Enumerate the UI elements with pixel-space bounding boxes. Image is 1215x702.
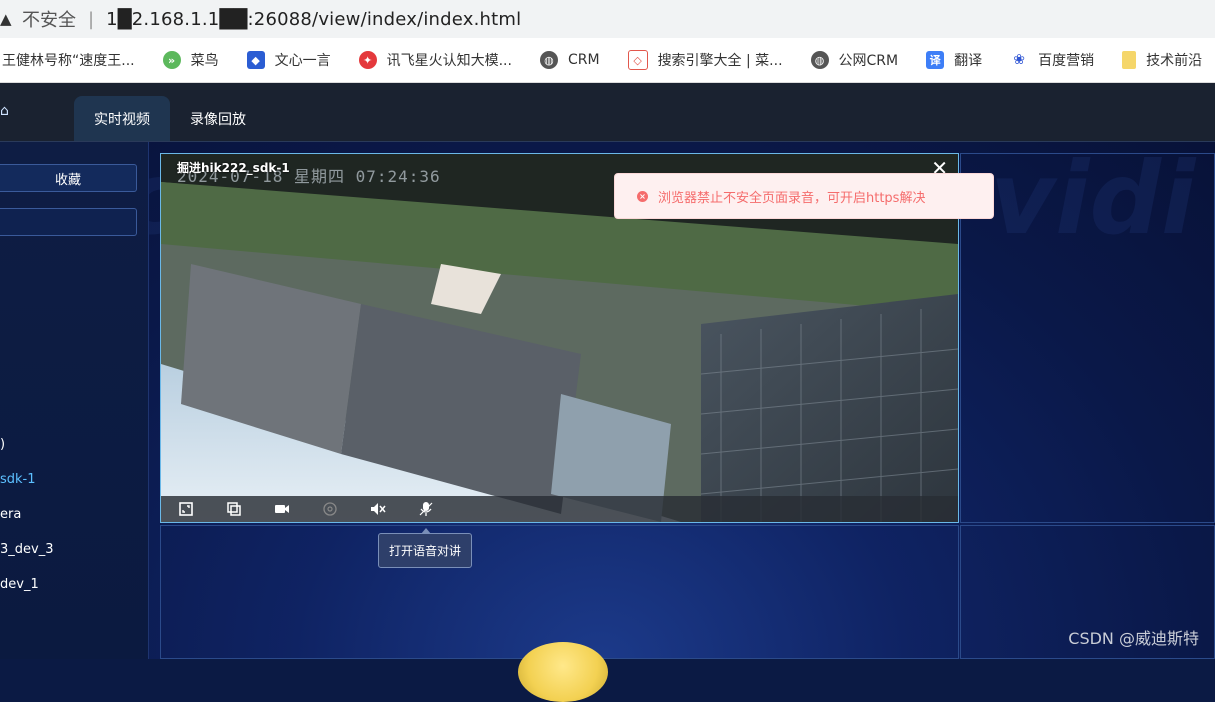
bookmark-item[interactable]: » 菜鸟: [162, 50, 219, 70]
runoob-icon: »: [162, 51, 181, 69]
address-separator: |: [88, 8, 95, 30]
bookmark-label: 菜鸟: [190, 53, 219, 69]
bookmark-label: 技术前沿: [1146, 53, 1203, 69]
bookmarks-bar: 王健林号称“速度王... » 菜鸟 ◆ 文心一言 ✦ 讯飞星火认知大模... ◍…: [0, 38, 1215, 83]
app-header: ⌂ 实时视频 录像回放: [0, 83, 1215, 142]
camera-title: 掘进hik222_sdk-1: [177, 161, 290, 175]
baidu-icon: ❀: [1010, 51, 1029, 69]
fullscreen-icon[interactable]: [178, 501, 194, 517]
microphone-icon[interactable]: [418, 501, 434, 517]
decorative-planet: [518, 642, 608, 702]
folder-icon: [1122, 51, 1137, 69]
device-search-input[interactable]: [0, 208, 137, 236]
error-message: 浏览器禁止不安全页面录音，可开启https解决: [658, 190, 926, 206]
bookmark-label: 百度营销: [1038, 53, 1095, 69]
bookmark-item[interactable]: 译 翻译: [926, 50, 982, 70]
tree-item[interactable]: 3_dev_3: [0, 542, 54, 557]
tree-item-selected[interactable]: sdk-1: [0, 472, 36, 487]
warning-icon[interactable]: ▲: [0, 10, 14, 28]
error-toast: × 浏览器禁止不安全页面录音，可开启https解决: [614, 173, 994, 219]
copy-icon[interactable]: [226, 501, 242, 517]
sidebar: 收藏 ) sdk-1 era 3_dev_3 dev_1: [0, 142, 149, 659]
tab-live-video[interactable]: 实时视频: [74, 96, 170, 141]
xunfei-icon: ✦: [358, 51, 377, 69]
bookmark-label: CRM: [567, 52, 600, 68]
bookmark-label: 搜索引擎大全 | 菜...: [657, 53, 783, 69]
wenxin-icon: ◆: [246, 51, 265, 69]
tree-item[interactable]: era: [0, 507, 21, 522]
error-icon: ×: [637, 190, 648, 202]
talk-tooltip: 打开语音对讲: [378, 528, 472, 568]
bookmark-label: 公网CRM: [838, 53, 899, 69]
bookmark-label: 文心一言: [274, 53, 331, 69]
video-slot-2[interactable]: [960, 153, 1215, 523]
bookmark-label: 讯飞星火认知大模...: [386, 53, 512, 69]
video-slot-3[interactable]: [160, 525, 959, 659]
address-bar[interactable]: ▲ 不安全 | 1█2.168.1.1██:26088/view/index/i…: [0, 0, 1215, 38]
url-text[interactable]: 1█2.168.1.1██:26088/view/index/index.htm…: [106, 9, 521, 30]
bookmark-label: 翻译: [954, 53, 983, 69]
bookmark-item[interactable]: ◍ CRM: [539, 51, 600, 69]
globe-icon: ◍: [539, 51, 558, 69]
tree-item[interactable]: ): [0, 437, 5, 452]
cube-icon: ◇: [627, 50, 648, 70]
favorites-button[interactable]: 收藏: [0, 164, 137, 192]
bookmark-item[interactable]: 技术前沿: [1122, 50, 1202, 70]
bookmark-item[interactable]: ◇ 搜索引擎大全 | 菜...: [627, 50, 783, 70]
ptz-control-icon[interactable]: [322, 501, 338, 517]
bookmark-item[interactable]: ◆ 文心一言: [246, 50, 331, 70]
tree-item[interactable]: dev_1: [0, 577, 39, 592]
insecure-label[interactable]: 不安全: [22, 6, 76, 32]
bookmark-item[interactable]: ✦ 讯飞星火认知大模...: [358, 50, 512, 70]
home-icon[interactable]: ⌂: [0, 103, 10, 119]
record-icon[interactable]: [274, 501, 290, 517]
video-toolbar: [161, 496, 958, 522]
bookmark-item[interactable]: ◍ 公网CRM: [810, 50, 899, 70]
bookmark-item[interactable]: ❀ 百度营销: [1010, 50, 1094, 70]
translate-icon: 译: [926, 51, 945, 69]
tab-playback[interactable]: 录像回放: [190, 96, 246, 141]
csdn-watermark: CSDN @威迪斯特: [1068, 629, 1199, 648]
bookmark-label: 王健林号称“速度王...: [2, 53, 135, 69]
mute-icon[interactable]: [370, 501, 386, 517]
globe-icon: ◍: [810, 51, 829, 69]
bookmark-item[interactable]: 王健林号称“速度王...: [2, 50, 135, 70]
